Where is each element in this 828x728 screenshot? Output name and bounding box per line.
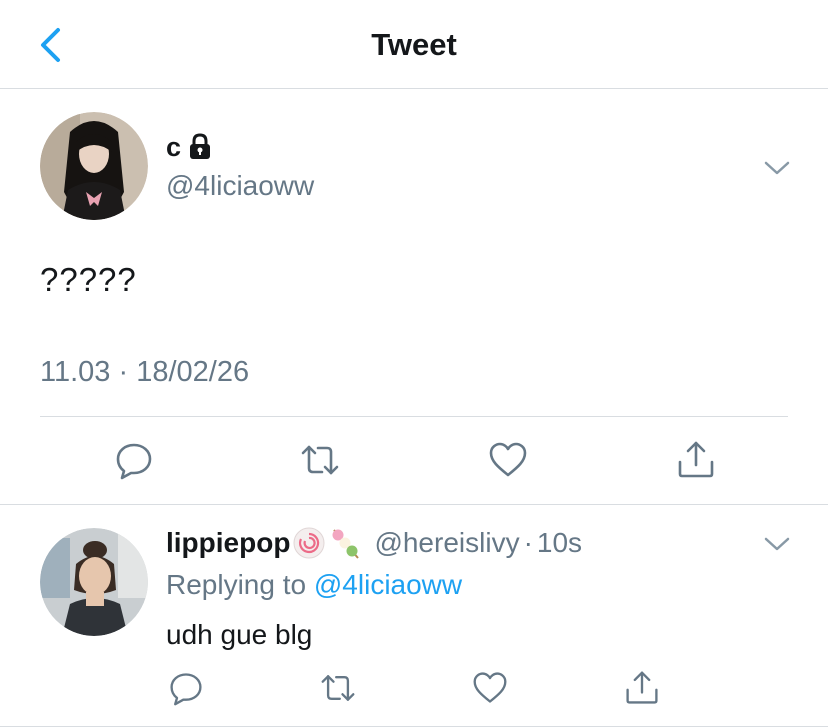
reply-author-handle[interactable]: @hereislivy — [374, 524, 519, 562]
tweet-timestamp: 11.03 · 18/02/26 — [40, 356, 250, 388]
retweet-icon[interactable] — [320, 670, 356, 706]
separator-dot: · — [523, 527, 533, 558]
replying-to-label: Replying to — [166, 569, 314, 600]
retweet-icon[interactable] — [300, 440, 340, 480]
share-icon[interactable] — [676, 440, 716, 480]
reply-age: 10s — [536, 527, 583, 558]
display-name[interactable]: lippiepop — [166, 524, 290, 562]
tweet-author-name[interactable]: c — [166, 130, 213, 164]
reply-icon[interactable] — [114, 440, 154, 480]
dango-emoji — [332, 529, 360, 559]
lock-icon — [190, 133, 211, 159]
like-icon[interactable] — [488, 440, 528, 480]
divider — [0, 504, 828, 505]
avatar[interactable] — [40, 528, 148, 636]
avatar[interactable] — [40, 112, 148, 220]
share-icon[interactable] — [624, 670, 660, 706]
display-name[interactable]: c — [166, 130, 181, 164]
chevron-down-icon[interactable] — [762, 534, 792, 554]
divider — [40, 416, 788, 417]
reply-text: udh gue blg — [166, 619, 313, 650]
like-icon[interactable] — [472, 670, 508, 706]
chevron-down-icon[interactable] — [762, 158, 792, 178]
narutomaki-emoji — [293, 527, 325, 559]
divider — [0, 726, 828, 727]
tweet-text: ????? — [40, 261, 137, 298]
reply-header: lippiepop @hereislivy · 10s — [166, 524, 582, 562]
page-title: Tweet — [371, 27, 457, 62]
tweet-author-handle[interactable]: @4liciaoww — [166, 168, 314, 204]
replying-to: Replying to @4liciaoww — [166, 566, 462, 604]
replying-to-link[interactable]: @4liciaoww — [314, 569, 462, 600]
reply-icon[interactable] — [168, 670, 204, 706]
